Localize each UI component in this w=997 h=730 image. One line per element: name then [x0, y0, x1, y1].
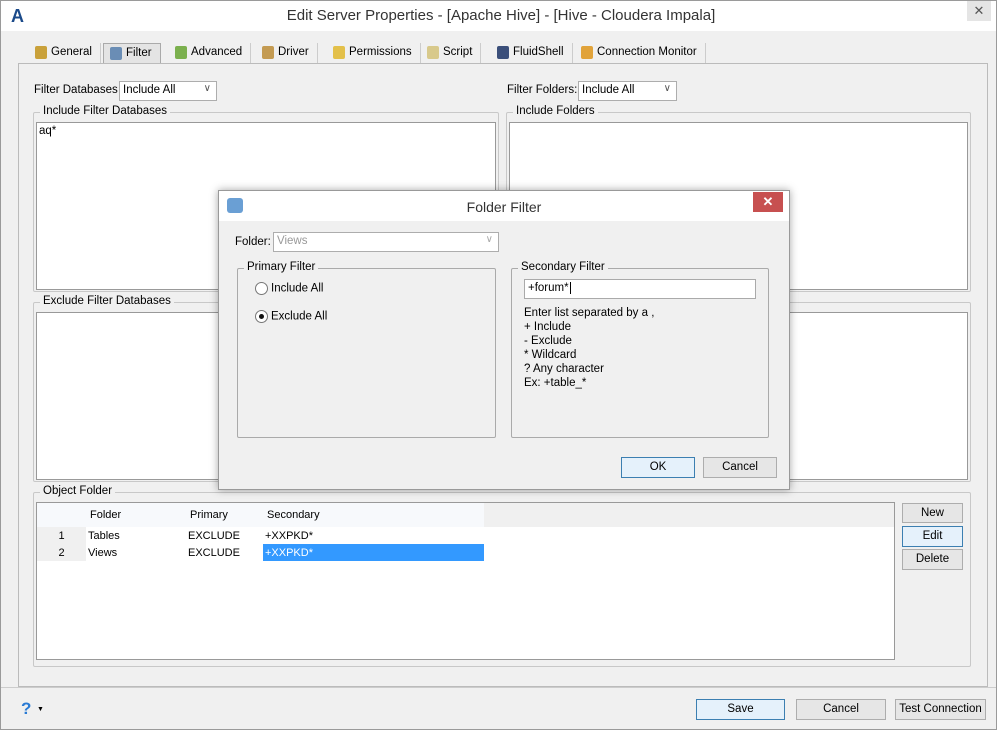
- permissions-icon: [333, 46, 345, 59]
- help-icon[interactable]: ?: [21, 699, 31, 719]
- folder-select[interactable]: Views ∨: [273, 232, 499, 252]
- filter-icon: [110, 47, 122, 60]
- tab-label: Advanced: [191, 46, 243, 58]
- row-number: 1: [37, 527, 86, 544]
- dialog-title-bar: Folder Filter ✕: [219, 191, 789, 221]
- tab-label: Driver: [278, 46, 309, 58]
- script-icon: [427, 46, 439, 59]
- secondary-filter-input[interactable]: +forum*: [524, 279, 756, 299]
- table-row[interactable]: 2 Views EXCLUDE +XXPKD*: [37, 544, 484, 561]
- folder-label: Folder:: [235, 236, 271, 248]
- cell-primary[interactable]: EXCLUDE: [186, 527, 263, 544]
- object-folder-table: Folder Primary Secondary 1 Tables EXCLUD…: [36, 502, 895, 660]
- monitor-icon: [581, 46, 593, 59]
- secondary-filter-group: Secondary Filter +forum* Enter list sepa…: [511, 261, 769, 438]
- include-all-radio[interactable]: Include All: [255, 282, 323, 295]
- tab-fluidshell[interactable]: FluidShell: [491, 43, 573, 64]
- filter-folders-select[interactable]: Include All ∨: [578, 81, 677, 101]
- grid-icon: [175, 46, 187, 59]
- group-label: Primary Filter: [244, 261, 319, 273]
- help-dropdown-icon[interactable]: ▼: [37, 706, 44, 713]
- column-header-secondary[interactable]: Secondary: [263, 503, 484, 527]
- tab-label: Script: [443, 46, 473, 58]
- row-number: 2: [37, 544, 86, 561]
- tab-filter[interactable]: Filter: [103, 43, 161, 64]
- group-label: Include Folders: [513, 105, 598, 117]
- new-button[interactable]: New: [902, 503, 963, 523]
- window-close-button[interactable]: ✕: [967, 1, 991, 21]
- radio-label: Exclude All: [271, 310, 328, 323]
- tab-driver[interactable]: Driver: [256, 43, 318, 64]
- filter-databases-label: Filter Databases: [34, 84, 118, 96]
- help-line: Enter list separated by a ,: [524, 307, 655, 319]
- tab-general[interactable]: General: [29, 43, 101, 64]
- test-connection-button[interactable]: Test Connection: [895, 699, 986, 720]
- input-value: +forum*: [528, 282, 569, 294]
- dialog-title: Folder Filter: [466, 199, 542, 215]
- chevron-down-icon: ∨: [203, 83, 211, 94]
- tab-label: Connection Monitor: [597, 46, 697, 58]
- tab-advanced[interactable]: Advanced: [169, 43, 252, 64]
- group-label: Include Filter Databases: [40, 105, 171, 117]
- exclude-all-radio[interactable]: Exclude All: [255, 310, 327, 323]
- column-header-primary[interactable]: Primary: [186, 503, 263, 527]
- title-bar: A Edit Server Properties - [Apache Hive]…: [1, 1, 996, 31]
- cancel-button[interactable]: Cancel: [796, 699, 886, 720]
- tab-label: FluidShell: [513, 46, 564, 58]
- folder-filter-dialog: Folder Filter ✕ Folder: Views ∨ Primary F…: [218, 190, 790, 490]
- primary-filter-group: Primary Filter Include All Exclude All: [237, 261, 496, 438]
- save-button[interactable]: Save: [696, 699, 785, 720]
- cell-primary[interactable]: EXCLUDE: [186, 544, 263, 561]
- column-header-folder[interactable]: Folder: [86, 503, 186, 527]
- general-icon: [35, 46, 47, 59]
- tab-connection-monitor[interactable]: Connection Monitor: [575, 43, 706, 64]
- driver-icon: [262, 46, 274, 59]
- table-row[interactable]: 1 Tables EXCLUDE +XXPKD*: [37, 527, 484, 544]
- filter-folders-label: Filter Folders:: [507, 84, 578, 96]
- delete-button[interactable]: Delete: [902, 549, 963, 570]
- select-value: Views: [277, 235, 308, 247]
- edit-button[interactable]: Edit: [902, 526, 963, 547]
- dialog-close-button[interactable]: ✕: [753, 192, 783, 212]
- tab-label: Filter: [126, 47, 152, 59]
- help-line: - Exclude: [524, 335, 572, 347]
- tab-label: Permissions: [349, 46, 412, 58]
- select-value: Include All: [123, 84, 176, 96]
- shell-icon: [497, 46, 509, 59]
- help-line: * Wildcard: [524, 349, 577, 361]
- cell-folder[interactable]: Tables: [86, 527, 186, 544]
- dialog-cancel-button[interactable]: Cancel: [703, 457, 777, 478]
- radio-selected-icon: [255, 310, 268, 323]
- help-line: ? Any character: [524, 363, 604, 375]
- group-label: Exclude Filter Databases: [40, 295, 174, 307]
- ok-button[interactable]: OK: [621, 457, 695, 478]
- help-line: + Include: [524, 321, 571, 333]
- chevron-down-icon: ∨: [663, 83, 671, 94]
- filter-databases-select[interactable]: Include All ∨: [119, 81, 217, 101]
- select-value: Include All: [582, 84, 635, 96]
- group-label: Secondary Filter: [518, 261, 608, 273]
- column-header-rownum: [37, 503, 86, 527]
- cell-secondary[interactable]: +XXPKD*: [263, 527, 484, 544]
- tab-permissions[interactable]: Permissions: [327, 43, 421, 64]
- cell-secondary-selected[interactable]: +XXPKD*: [263, 544, 484, 561]
- secondary-filter-help: Enter list separated by a , + Include - …: [524, 306, 654, 390]
- radio-icon: [255, 282, 268, 295]
- radio-label: Include All: [271, 282, 324, 295]
- cell-folder[interactable]: Views: [86, 544, 186, 561]
- help-line: Ex: +table_*: [524, 377, 587, 389]
- window-title: Edit Server Properties - [Apache Hive] -…: [286, 7, 716, 24]
- tab-label: General: [51, 46, 92, 58]
- chevron-down-icon: ∨: [485, 234, 493, 245]
- object-folder-group: Object Folder Folder Primary Secondary 1…: [33, 485, 971, 667]
- tab-script[interactable]: Script: [421, 43, 482, 64]
- group-label: Object Folder: [40, 485, 116, 497]
